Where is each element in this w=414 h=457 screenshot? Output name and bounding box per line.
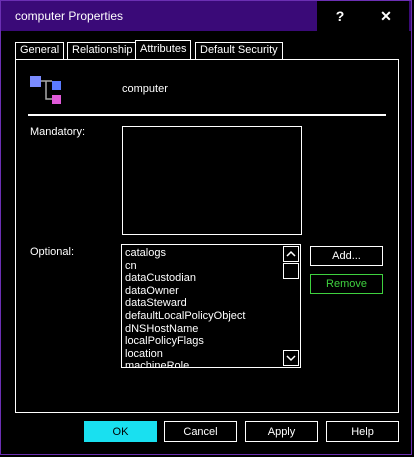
tab-attributes[interactable]: Attributes — [135, 40, 192, 60]
close-button[interactable]: ✕ — [363, 1, 409, 31]
scroll-thumb[interactable] — [283, 263, 299, 279]
cancel-button[interactable]: Cancel — [164, 421, 237, 442]
list-item[interactable]: catalogs — [125, 247, 283, 260]
optional-scrollbar[interactable] — [283, 246, 299, 366]
list-item[interactable]: dataCustodian — [125, 272, 283, 285]
chevron-down-icon — [286, 355, 296, 362]
class-name: computer — [122, 83, 168, 95]
list-item[interactable]: machineRole — [125, 360, 283, 367]
tab-default-security[interactable]: Default Security — [195, 42, 283, 59]
title-bar[interactable]: computer Properties ? ✕ — [1, 1, 411, 31]
list-item[interactable]: dataOwner — [125, 285, 283, 298]
properties-dialog: computer Properties ? ✕ General Relation… — [0, 0, 412, 455]
tab-relationship[interactable]: Relationship — [67, 42, 138, 59]
chevron-up-icon — [286, 250, 296, 257]
help-title-button[interactable]: ? — [317, 1, 363, 31]
class-hierarchy-icon — [30, 76, 61, 104]
separator — [28, 114, 386, 116]
optional-list[interactable]: catalogs cn dataCustodian dataOwner data… — [121, 244, 301, 368]
list-item[interactable]: cn — [125, 260, 283, 273]
add-button[interactable]: Add... — [310, 246, 383, 266]
list-item[interactable]: location — [125, 348, 283, 361]
window-title: computer Properties — [15, 9, 124, 23]
remove-button[interactable]: Remove — [310, 274, 383, 294]
scroll-up-button[interactable] — [283, 246, 299, 262]
mandatory-label: Mandatory: — [30, 126, 86, 138]
scroll-down-button[interactable] — [283, 350, 299, 366]
attributes-panel: computer Mandatory: Optional: catalogs c… — [15, 59, 399, 413]
optional-label: Optional: — [30, 246, 75, 258]
list-item[interactable]: defaultLocalPolicyObject — [125, 310, 283, 323]
apply-button[interactable]: Apply — [245, 421, 318, 442]
mandatory-list[interactable] — [122, 126, 302, 235]
list-item[interactable]: dataSteward — [125, 297, 283, 310]
help-button[interactable]: Help — [326, 421, 399, 442]
tab-general[interactable]: General — [15, 42, 65, 59]
list-item[interactable]: dNSHostName — [125, 323, 283, 336]
ok-button[interactable]: OK — [84, 421, 157, 442]
list-item[interactable]: localPolicyFlags — [125, 335, 283, 348]
optional-items: catalogs cn dataCustodian dataOwner data… — [125, 247, 283, 367]
